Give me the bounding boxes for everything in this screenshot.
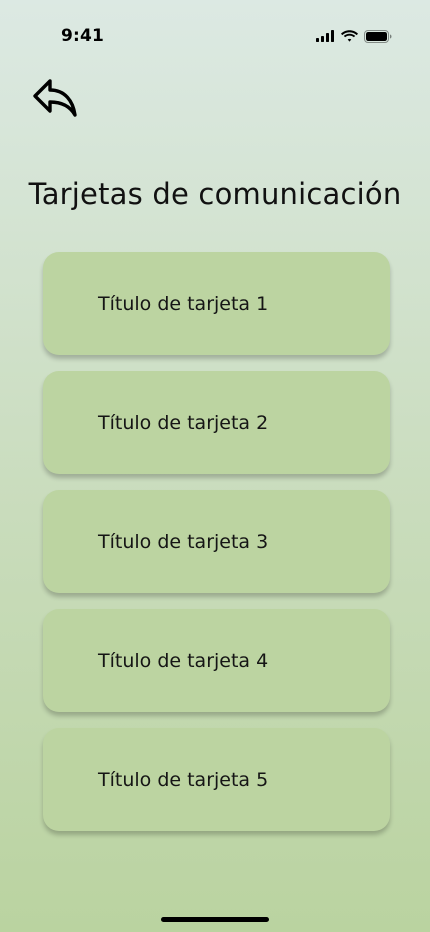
status-time: 9:41 [61,26,105,46]
cellular-signal-icon [316,30,335,42]
card-title: Título de tarjeta 2 [98,411,269,434]
status-bar: 9:41 [0,0,430,54]
card-title: Título de tarjeta 5 [98,768,269,791]
card-3[interactable]: Título de tarjeta 3 [43,490,390,593]
card-4[interactable]: Título de tarjeta 4 [43,609,390,712]
card-title: Título de tarjeta 3 [98,530,269,553]
battery-icon [364,29,392,43]
screen: 9:41 Tarjetas de comunicación Título de … [0,0,430,932]
card-2[interactable]: Título de tarjeta 2 [43,371,390,474]
card-title: Título de tarjeta 1 [98,292,269,315]
card-list: Título de tarjeta 1 Título de tarjeta 2 … [43,252,390,831]
wifi-icon [341,30,358,42]
card-1[interactable]: Título de tarjeta 1 [43,252,390,355]
page-title: Tarjetas de comunicación [28,177,402,212]
status-icons [316,28,392,44]
card-5[interactable]: Título de tarjeta 5 [43,728,390,831]
home-indicator [161,917,269,922]
back-button[interactable] [28,76,80,122]
card-title: Título de tarjeta 4 [98,649,269,672]
back-arrow-icon [30,76,78,122]
